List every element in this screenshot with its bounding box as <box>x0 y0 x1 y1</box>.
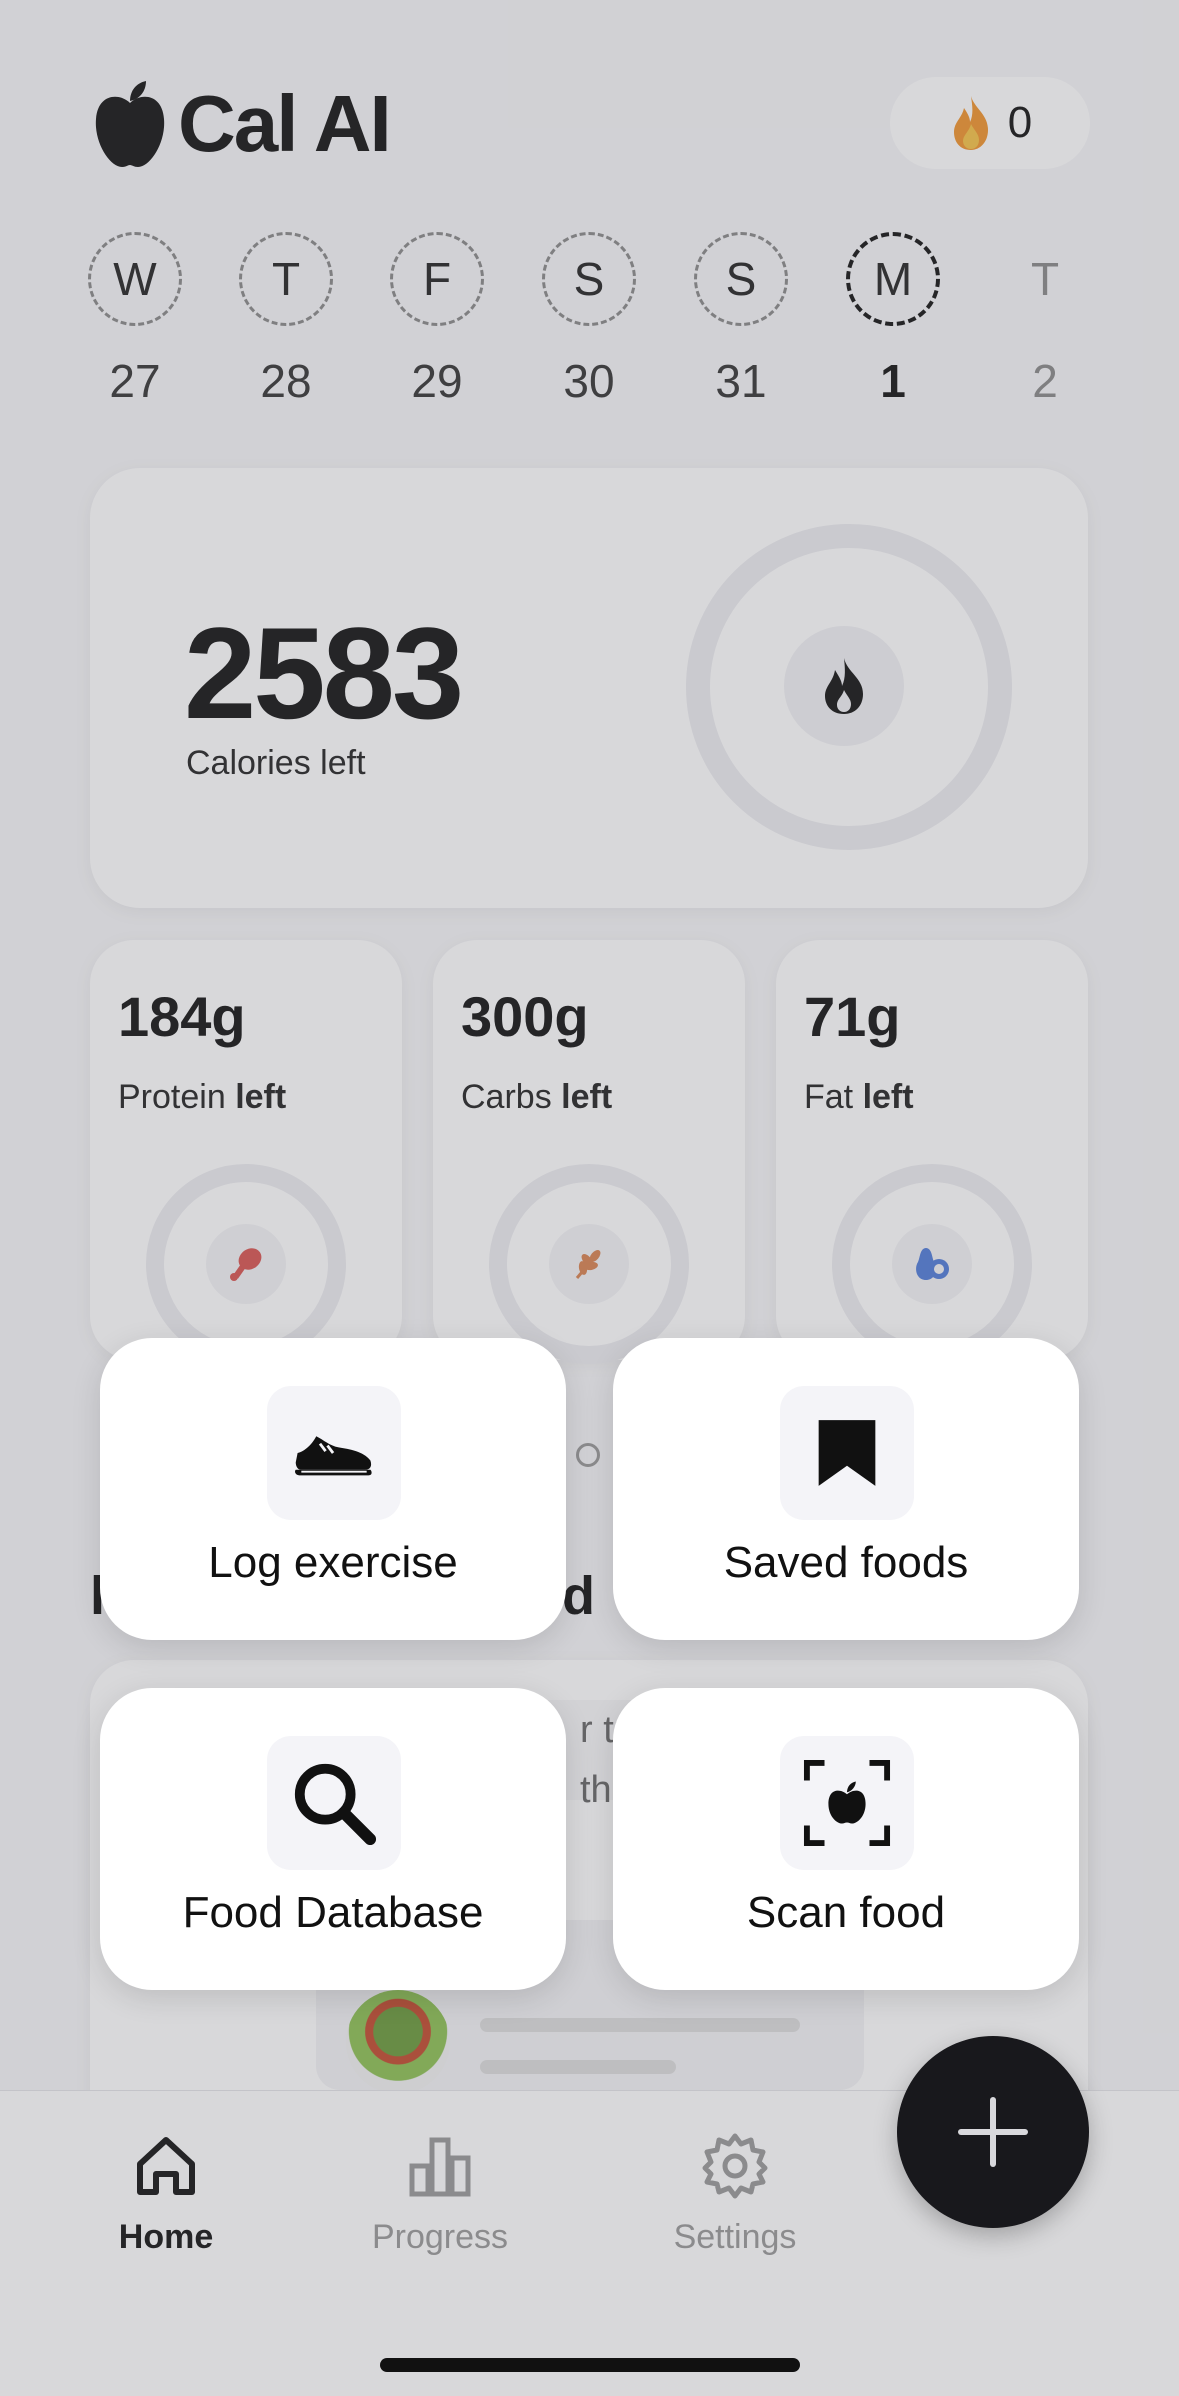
shoe-icon <box>267 1386 401 1520</box>
tile-label: Scan food <box>746 1888 946 1937</box>
home-screen: Cal AI 0 W 27 T 28 F 29 S 30 S 31 M 1 T … <box>0 0 1179 2396</box>
saved-foods-button[interactable]: Saved foods <box>613 1338 1079 1640</box>
scan-icon <box>780 1736 914 1870</box>
tile-label: Saved foods <box>723 1538 969 1587</box>
search-icon <box>267 1736 401 1870</box>
log-exercise-button[interactable]: Log exercise <box>100 1338 566 1640</box>
home-indicator[interactable] <box>380 2358 800 2372</box>
add-button[interactable] <box>897 2036 1089 2228</box>
scan-food-button[interactable]: Scan food <box>613 1688 1079 1990</box>
food-database-button[interactable]: Food Database <box>100 1688 566 1990</box>
tile-label: Log exercise <box>208 1538 458 1587</box>
plus-icon <box>958 2097 1028 2167</box>
tile-label: Food Database <box>182 1888 484 1937</box>
bookmark-icon <box>780 1386 914 1520</box>
